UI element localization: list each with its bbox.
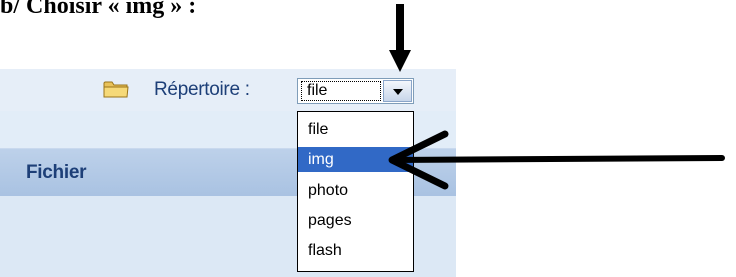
arrow-down-icon [389, 4, 411, 72]
arrow-left-icon [388, 130, 725, 190]
